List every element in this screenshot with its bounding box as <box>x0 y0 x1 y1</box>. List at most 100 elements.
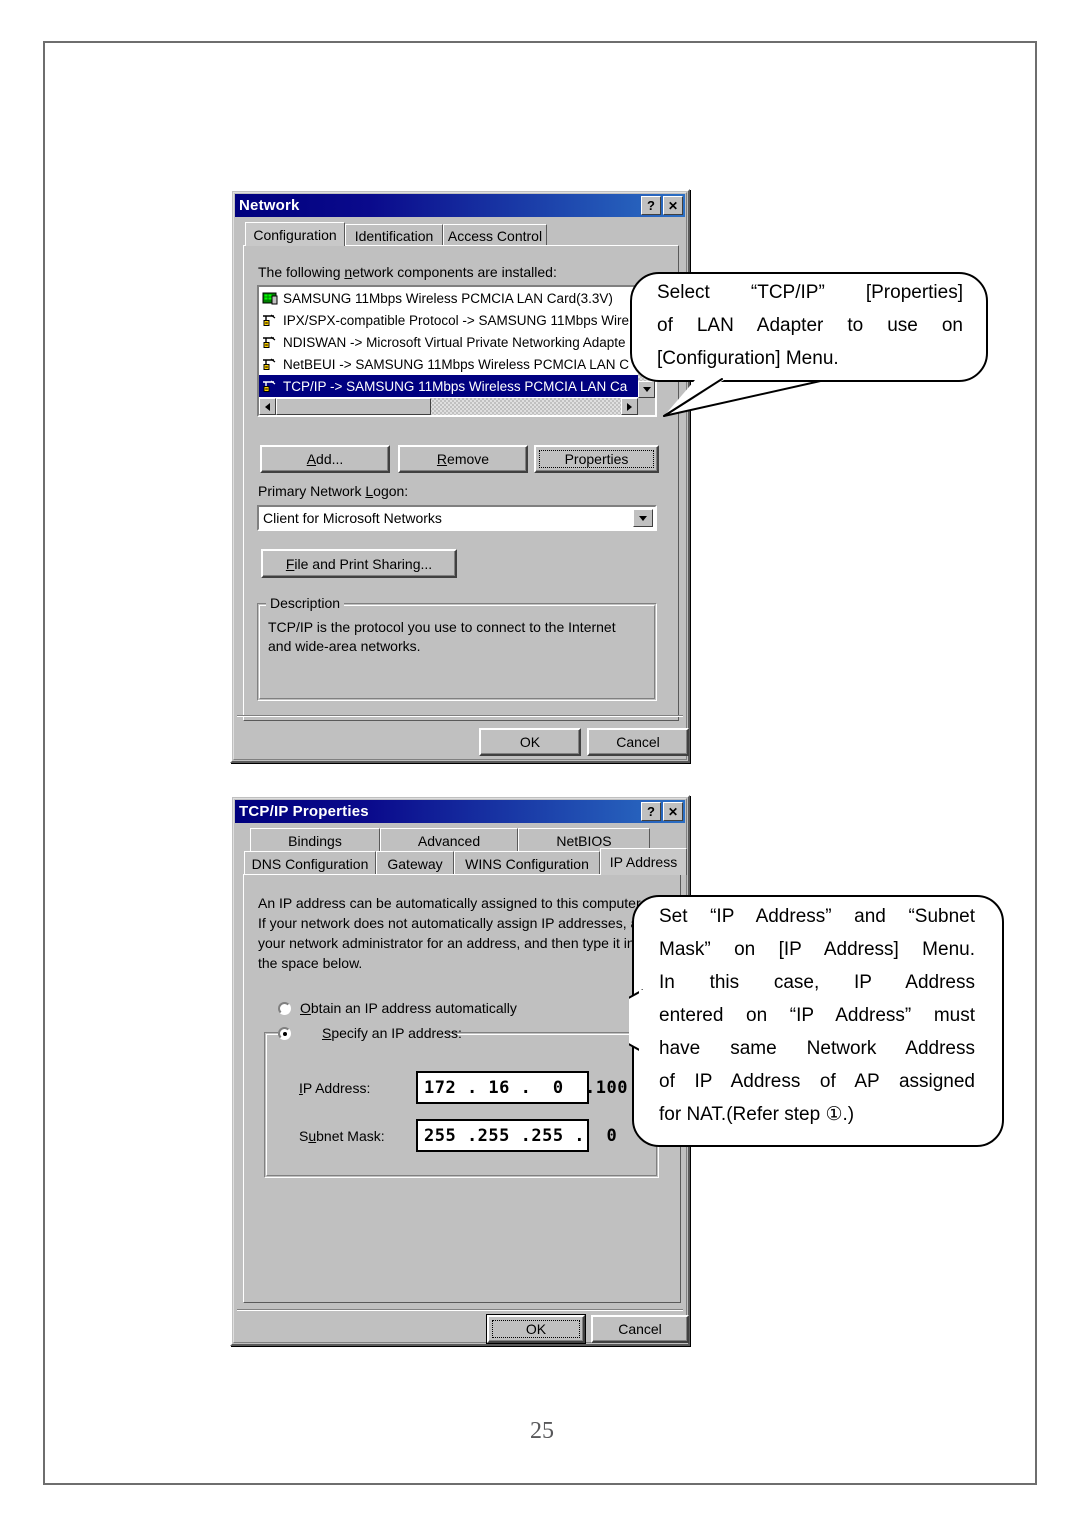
tcpip-dialog-titlebar[interactable]: TCP/IP Properties ? ✕ <box>235 800 685 823</box>
subnet-mask-label: Subnet Mask: <box>299 1128 385 1144</box>
tab-access-control[interactable]: Access Control <box>443 224 547 246</box>
protocol-icon <box>262 313 278 328</box>
footer-separator <box>237 1309 683 1311</box>
network-dialog-title: Network <box>239 197 300 214</box>
callout-line: of LAN Adapter to use on <box>657 315 963 336</box>
callout-line: have same Network Address <box>659 1038 975 1059</box>
primary-logon-label: Primary Network Logon: <box>258 483 408 499</box>
tab-ip-address[interactable]: IP Address <box>600 848 687 875</box>
file-and-print-sharing-button[interactable]: File and Print Sharing... <box>261 549 457 578</box>
tab-identification[interactable]: Identification <box>345 224 443 246</box>
tab-gateway[interactable]: Gateway <box>376 851 454 875</box>
scroll-left-button[interactable] <box>259 398 276 415</box>
network-cancel-button[interactable]: Cancel <box>587 728 689 756</box>
remove-button-label: Remove <box>436 451 490 467</box>
list-item[interactable]: IPX/SPX-compatible Protocol -> SAMSUNG 1… <box>259 309 638 331</box>
close-icon[interactable]: ✕ <box>663 802 683 821</box>
tab-gateway-label: Gateway <box>387 855 443 872</box>
callout-line: entered on “IP Address” must <box>659 1005 975 1026</box>
subnet-mask-field[interactable]: 255 .255 .255 . 0 <box>416 1119 617 1152</box>
list-item[interactable]: SAMSUNG 11Mbps Wireless PCMCIA LAN Card(… <box>259 287 638 309</box>
tab-advanced[interactable]: Advanced <box>380 828 518 852</box>
tab-bindings-label: Bindings <box>288 832 342 849</box>
close-icon[interactable]: ✕ <box>663 196 683 215</box>
protocol-icon <box>262 335 278 350</box>
callout-line: In this case, IP Address <box>659 972 975 993</box>
primary-logon-label-key: L <box>365 483 374 499</box>
primary-logon-label-pre: Primary Network <box>258 483 366 499</box>
page-frame: Network ? ✕ Configuration Identification… <box>43 41 1037 1485</box>
tcpip-ok-label: OK <box>525 1321 547 1337</box>
help-icon[interactable]: ? <box>641 802 661 821</box>
network-adapter-icon <box>262 291 278 306</box>
description-groupbox: Description TCP/IP is the protocol you u… <box>257 595 657 701</box>
tab-ip-address-label: IP Address <box>609 854 678 870</box>
list-item-label: SAMSUNG 11Mbps Wireless PCMCIA LAN Card(… <box>283 290 613 306</box>
network-ok-button[interactable]: OK <box>479 728 581 756</box>
add-button-label: Add... <box>306 451 344 467</box>
page-number: 25 <box>530 1418 554 1444</box>
radio-indicator <box>278 1002 291 1015</box>
description-text: TCP/IP is the protocol you use to connec… <box>268 619 616 654</box>
tab-configuration-label: Configuration <box>253 226 337 243</box>
radio-indicator <box>278 1027 291 1040</box>
network-dialog-titlebar[interactable]: Network ? ✕ <box>235 194 685 217</box>
callout-line: of IP Address of AP assigned <box>659 1071 975 1092</box>
obtain-ip-automatically-radio[interactable]: Obtain an IP address automatically <box>278 999 578 1019</box>
network-ok-label: OK <box>519 734 541 750</box>
tab-netbios-label: NetBIOS <box>556 832 612 849</box>
help-icon[interactable]: ? <box>641 196 661 215</box>
ip-address-field[interactable]: 172 . 16 . 0 .100 <box>416 1071 627 1104</box>
tab-dns-configuration-label: DNS Configuration <box>251 855 369 872</box>
list-item-label: IPX/SPX-compatible Protocol -> SAMSUNG 1… <box>283 312 629 328</box>
callout-line: for NAT.(Refer step ①.) <box>659 1104 855 1125</box>
list-item[interactable]: TCP/IP -> SAMSUNG 11Mbps Wireless PCMCIA… <box>259 375 638 397</box>
scrollbar-thumb[interactable] <box>276 398 431 415</box>
tcpip-properties-dialog: TCP/IP Properties ? ✕ Bindings Advanced … <box>230 795 690 1346</box>
callout-line: Select “TCP/IP” [Properties] <box>657 282 963 303</box>
specify-ip-address-radio[interactable]: Specify an IP address: <box>278 1024 462 1044</box>
tcpip-ok-button[interactable]: OK <box>486 1314 586 1344</box>
list-item-label: NDISWAN -> Microsoft Virtual Private Net… <box>283 334 626 350</box>
description-groupbox-title: Description <box>266 595 345 611</box>
chevron-left-icon <box>265 402 270 411</box>
tab-identification-label: Identification <box>354 227 434 244</box>
tab-advanced-label: Advanced <box>417 832 481 849</box>
specify-ip-address-label: Specify an IP address: <box>322 1025 462 1041</box>
list-label-post: etwork components are installed: <box>352 264 557 280</box>
components-list-label: The following network components are ins… <box>258 264 557 280</box>
tcpip-cancel-button[interactable]: Cancel <box>591 1315 689 1343</box>
protocol-icon <box>262 379 278 394</box>
remove-button[interactable]: Remove <box>398 445 528 473</box>
ip-address-label: IP Address: <box>299 1080 371 1096</box>
tcpip-cancel-label: Cancel <box>618 1321 662 1337</box>
list-item[interactable]: NetBEUI -> SAMSUNG 11Mbps Wireless PCMCI… <box>259 353 638 375</box>
specify-ip-groupbox <box>264 1032 659 1178</box>
tab-access-control-label: Access Control <box>447 227 543 244</box>
callout-set-ip-address: Set “IP Address” and “Subnet Mask” on [I… <box>629 868 1029 1168</box>
tab-wins-configuration-label: WINS Configuration <box>465 855 589 872</box>
chevron-down-icon[interactable] <box>633 509 653 527</box>
network-components-listbox[interactable]: SAMSUNG 11Mbps Wireless PCMCIA LAN Card(… <box>257 285 657 417</box>
list-item-label: TCP/IP -> SAMSUNG 11Mbps Wireless PCMCIA… <box>283 378 628 394</box>
tcpip-dialog-title: TCP/IP Properties <box>239 803 369 820</box>
callout-select-tcpip-text: Select “TCP/IP” [Properties] of LAN Adap… <box>657 276 963 375</box>
tab-bindings[interactable]: Bindings <box>250 828 380 852</box>
primary-logon-label-post: ogon: <box>373 483 409 499</box>
callout-line: Mask” on [IP Address] Menu. <box>659 939 975 960</box>
footer-separator <box>237 715 683 717</box>
list-item-label: NetBEUI -> SAMSUNG 11Mbps Wireless PCMCI… <box>283 356 629 372</box>
ip-intro-text: An IP address can be automatically assig… <box>258 895 653 971</box>
callout-select-tcpip: Select “TCP/IP” [Properties] of LAN Adap… <box>629 261 1009 461</box>
list-item[interactable]: NDISWAN -> Microsoft Virtual Private Net… <box>259 331 638 353</box>
tab-dns-configuration[interactable]: DNS Configuration <box>244 851 376 875</box>
tab-wins-configuration[interactable]: WINS Configuration <box>454 851 600 875</box>
tab-configuration[interactable]: Configuration <box>245 222 345 246</box>
network-dialog: Network ? ✕ Configuration Identification… <box>230 189 690 763</box>
primary-logon-combobox[interactable]: Client for Microsoft Networks <box>257 505 657 531</box>
add-button[interactable]: Add... <box>260 445 390 473</box>
protocol-icon <box>262 357 278 372</box>
listbox-horizontal-scrollbar[interactable] <box>259 398 638 415</box>
primary-logon-value: Client for Microsoft Networks <box>263 510 442 526</box>
callout-line: Set “IP Address” and “Subnet <box>659 906 975 927</box>
